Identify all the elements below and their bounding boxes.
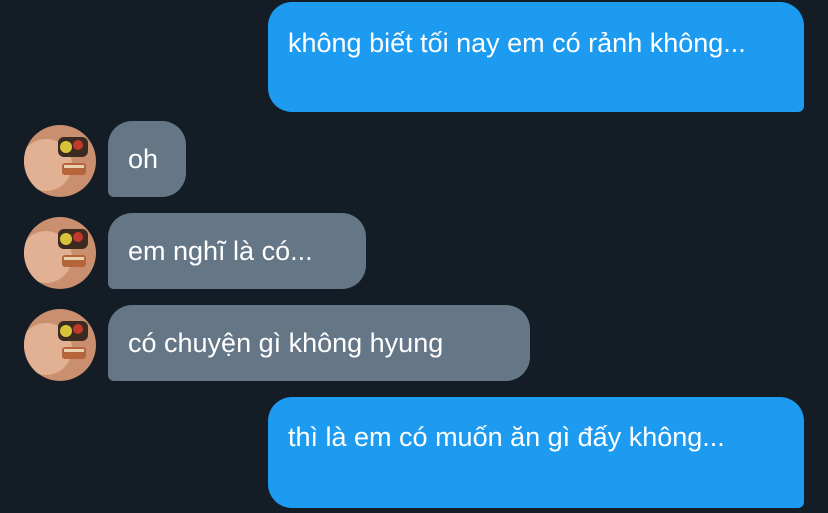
sent-message-bubble[interactable]: không biết tối nay em có rảnh không... [268, 2, 804, 112]
avatar-image [24, 309, 96, 381]
avatar-image [24, 125, 96, 197]
message-text: không biết tối nay em có rảnh không... [288, 28, 746, 58]
contact-avatar[interactable] [24, 309, 96, 381]
contact-avatar[interactable] [24, 125, 96, 197]
sent-message-bubble[interactable]: thì là em có muốn ăn gì đấy không... [268, 397, 804, 508]
received-message-bubble[interactable]: có chuyện gì không hyung [108, 305, 530, 381]
message-text: em nghĩ là có... [128, 236, 313, 266]
received-message-bubble[interactable]: em nghĩ là có... [108, 213, 366, 289]
message-text: thì là em có muốn ăn gì đấy không... [288, 422, 725, 452]
contact-avatar[interactable] [24, 217, 96, 289]
message-text: có chuyện gì không hyung [128, 328, 444, 358]
message-text: oh [128, 144, 159, 174]
avatar-image [24, 217, 96, 289]
received-message-bubble[interactable]: oh [108, 121, 186, 197]
